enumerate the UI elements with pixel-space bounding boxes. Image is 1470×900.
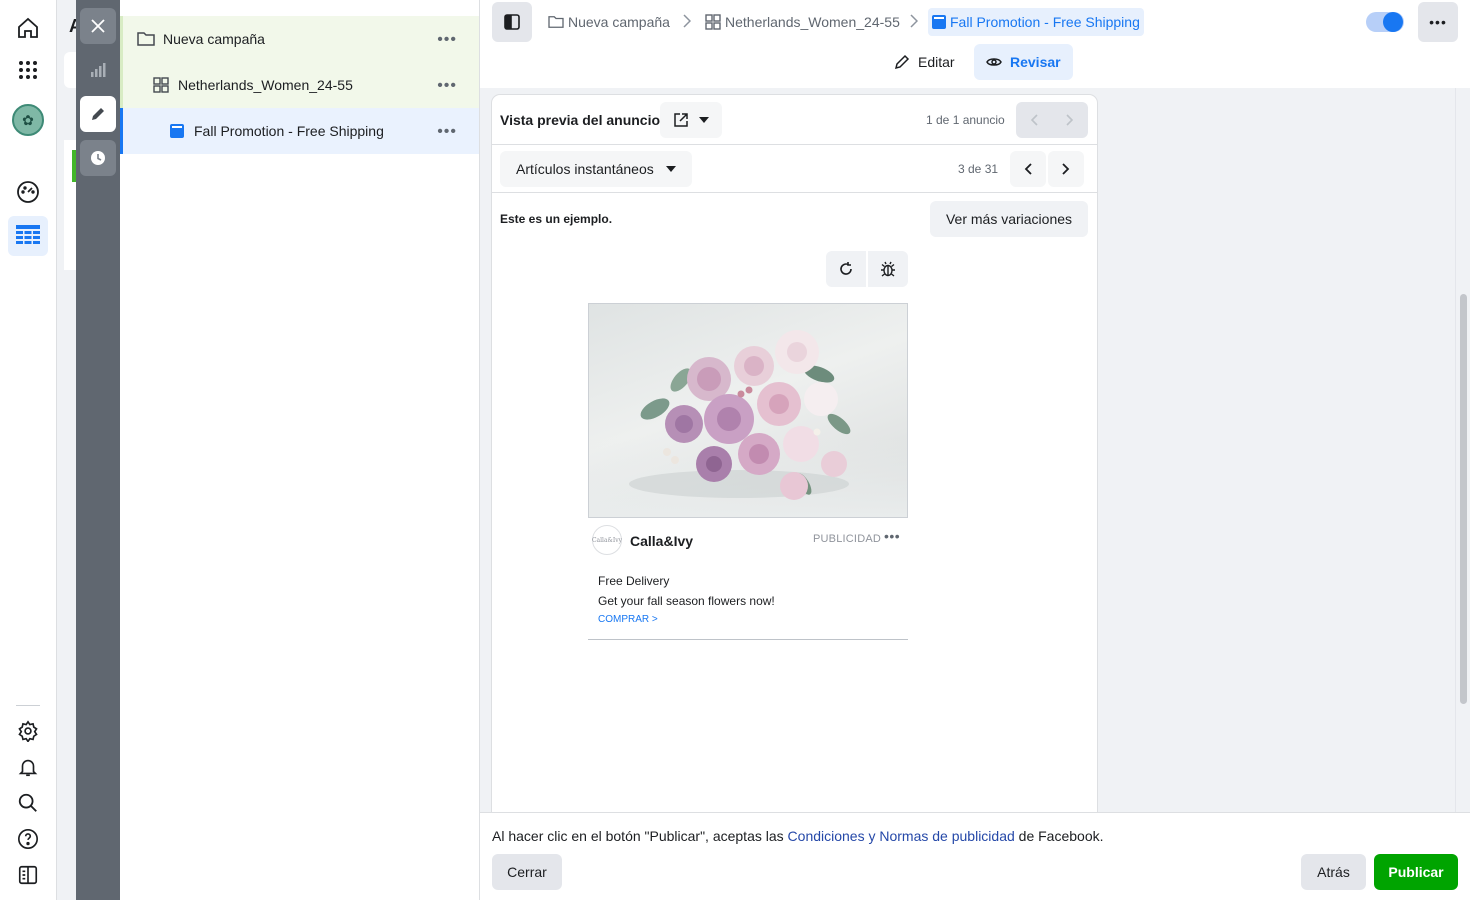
review-label: Revisar xyxy=(1010,54,1061,70)
more-variations-button[interactable]: Ver más variaciones xyxy=(930,201,1088,237)
more-options-icon[interactable]: ••• xyxy=(437,77,457,95)
breadcrumb-label: Nueva campaña xyxy=(568,14,670,30)
home-icon[interactable] xyxy=(8,8,48,48)
avatar: ✿ xyxy=(12,104,44,136)
panel-toggle-icon[interactable] xyxy=(8,855,48,895)
apps-grid-icon[interactable] xyxy=(8,50,48,90)
breadcrumb-campaign[interactable]: Nueva campaña xyxy=(548,8,670,36)
more-options-icon[interactable]: ••• xyxy=(437,31,457,49)
folder-icon xyxy=(548,15,564,29)
ad-square-icon xyxy=(168,122,186,140)
bouquet-illustration xyxy=(629,330,851,500)
tree-item-ad[interactable]: Fall Promotion - Free Shipping ••• xyxy=(120,108,479,154)
tree-item-label: Netherlands_Women_24-55 xyxy=(178,77,353,93)
ads-manager-table-icon[interactable] xyxy=(8,216,48,256)
preview-header: Vista previa del anuncio 1 de 1 anuncio xyxy=(492,95,1097,145)
ad-image xyxy=(588,303,908,518)
settings-icon[interactable] xyxy=(8,711,48,751)
close-icon[interactable] xyxy=(80,8,116,44)
tree-item-campaign[interactable]: Nueva campaña ••• xyxy=(120,16,479,62)
ad-square-icon xyxy=(932,15,946,29)
ad-headline: Free Delivery xyxy=(598,574,670,588)
ad-body-text: Get your fall season flowers now! xyxy=(598,594,775,608)
notifications-icon[interactable] xyxy=(8,747,48,787)
placement-dropdown[interactable]: Artículos instantáneos xyxy=(500,151,692,187)
refresh-icon xyxy=(838,261,854,277)
breadcrumb-label: Fall Promotion - Free Shipping xyxy=(950,14,1140,30)
placement-bar: Artículos instantáneos 3 de 31 xyxy=(492,145,1097,193)
pencil-icon xyxy=(894,54,910,70)
close-button[interactable]: Cerrar xyxy=(492,854,562,890)
sponsored-label: PUBLICIDAD xyxy=(813,533,882,545)
legal-notice: Al hacer clic en el botón "Publicar", ac… xyxy=(492,828,1104,844)
ad-more-icon[interactable]: ••• xyxy=(884,528,900,544)
background-letter: A xyxy=(69,16,76,36)
search-icon[interactable] xyxy=(8,783,48,823)
chart-icon[interactable] xyxy=(80,52,116,88)
edit-label: Editar xyxy=(918,54,955,70)
editor-header: Nueva campaña Netherlands_Women_24-55 Fa… xyxy=(480,0,1470,88)
review-mode-button[interactable]: Revisar xyxy=(974,44,1073,80)
next-placement-button[interactable] xyxy=(1048,151,1084,187)
more-options-icon: ••• xyxy=(1429,14,1447,30)
more-options-icon[interactable]: ••• xyxy=(437,123,457,141)
ad-brand-row: Calla&Ivy Calla&Ivy PUBLICIDAD ••• xyxy=(592,525,908,555)
brand-name: Calla&Ivy xyxy=(630,533,694,549)
tree-item-label: Nueva campaña xyxy=(163,31,265,47)
chevron-right-icon xyxy=(910,14,918,28)
footer-bar: Al hacer clic en el botón "Publicar", ac… xyxy=(480,812,1470,900)
publish-button[interactable]: Publicar xyxy=(1374,854,1458,890)
dashboard-gauge-icon[interactable] xyxy=(8,172,48,212)
next-ad-button[interactable] xyxy=(1052,102,1088,138)
caret-down-icon xyxy=(665,166,676,172)
eye-icon xyxy=(986,56,1002,68)
breadcrumb-ad[interactable]: Fall Promotion - Free Shipping xyxy=(928,8,1144,36)
ad-preview-panel: Vista previa del anuncio 1 de 1 anuncio … xyxy=(492,95,1097,812)
breadcrumb-label: Netherlands_Women_24-55 xyxy=(725,14,900,30)
editor-tool-strip xyxy=(76,0,120,900)
share-preview-button[interactable] xyxy=(660,102,722,138)
campaign-tree: Nueva campaña ••• Netherlands_Women_24-5… xyxy=(120,0,480,900)
report-bug-button[interactable] xyxy=(868,251,908,287)
instant-article-ad-mockup: Calla&Ivy Calla&Ivy PUBLICIDAD ••• Free … xyxy=(588,303,908,640)
tree-item-label: Fall Promotion - Free Shipping xyxy=(194,123,384,139)
edit-mode-button[interactable]: Editar xyxy=(882,44,967,80)
breadcrumb-adset[interactable]: Netherlands_Women_24-55 xyxy=(705,8,900,36)
tree-item-adset[interactable]: Netherlands_Women_24-55 ••• xyxy=(120,62,479,108)
chevron-right-icon xyxy=(683,14,691,28)
account-avatar[interactable]: ✿ xyxy=(8,100,48,140)
placement-label: Artículos instantáneos xyxy=(516,161,654,177)
history-clock-icon[interactable] xyxy=(80,140,116,176)
ad-cta-link[interactable]: COMPRAR > xyxy=(598,614,658,625)
back-button[interactable]: Atrás xyxy=(1301,854,1366,890)
terms-link[interactable]: Condiciones y Normas de publicidad xyxy=(788,828,1015,844)
previous-ad-button[interactable] xyxy=(1016,102,1052,138)
placement-counter: 3 de 31 xyxy=(958,162,999,176)
scrollbar-thumb[interactable] xyxy=(1460,294,1467,704)
refresh-preview-button[interactable] xyxy=(826,251,866,287)
example-note: Este es un ejemplo. xyxy=(500,212,613,226)
help-icon[interactable] xyxy=(8,819,48,859)
more-options-button[interactable]: ••• xyxy=(1418,2,1458,42)
adset-grid-icon xyxy=(152,76,170,94)
preview-title: Vista previa del anuncio xyxy=(500,112,661,128)
sidebar-toggle-button[interactable] xyxy=(492,2,532,42)
previous-placement-button[interactable] xyxy=(1010,151,1046,187)
rail-divider xyxy=(16,705,40,706)
caret-down-icon xyxy=(699,117,709,123)
left-nav-rail: ✿ xyxy=(0,0,57,900)
ad-counter: 1 de 1 anuncio xyxy=(926,113,1005,127)
bug-icon xyxy=(880,261,896,277)
external-link-icon xyxy=(673,112,689,128)
background-content: A xyxy=(57,0,76,900)
canvas-scrollbar[interactable] xyxy=(1455,88,1470,812)
ad-status-toggle[interactable] xyxy=(1366,12,1404,32)
brand-logo: Calla&Ivy xyxy=(592,525,622,555)
adset-grid-icon xyxy=(705,14,721,30)
edit-pencil-icon[interactable] xyxy=(80,96,116,132)
folder-icon xyxy=(137,30,155,48)
